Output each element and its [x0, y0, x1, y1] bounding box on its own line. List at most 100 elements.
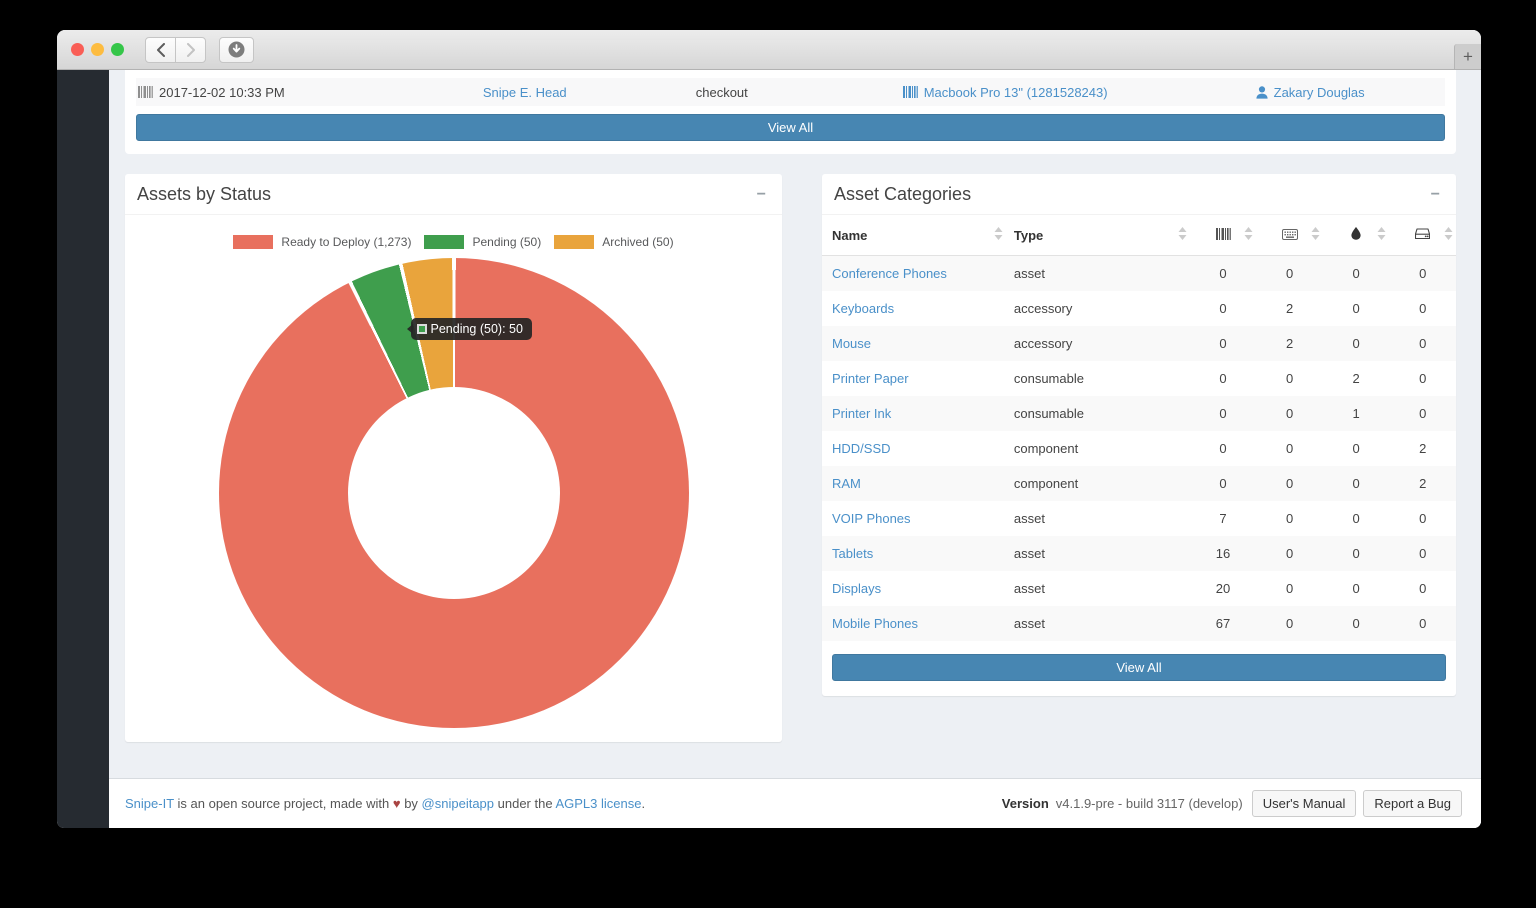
category-type: asset — [1006, 501, 1190, 536]
window-controls — [71, 43, 124, 56]
report-a-bug-button[interactable]: Report a Bug — [1363, 790, 1462, 817]
collapse-panel-button[interactable]: − — [753, 185, 770, 205]
activity-date: 2017-12-02 10:33 PM — [159, 85, 285, 100]
sort-header-name[interactable]: Name — [822, 215, 1006, 256]
sort-header-assets[interactable] — [1190, 215, 1257, 256]
category-count-consumables: 0 — [1323, 291, 1390, 326]
close-window-button[interactable] — [71, 43, 84, 56]
tooltip-text: Pending (50): 50 — [431, 322, 523, 336]
category-count-accessories: 0 — [1256, 431, 1323, 466]
sort-icon — [1311, 227, 1320, 243]
activity-admin-link[interactable]: Snipe E. Head — [483, 85, 567, 100]
table-row: Conference Phonesasset0000 — [822, 256, 1456, 292]
category-count-components: 0 — [1389, 291, 1456, 326]
minimize-window-button[interactable] — [91, 43, 104, 56]
category-name-link[interactable]: Tablets — [832, 546, 873, 561]
sort-header-type[interactable]: Type — [1006, 215, 1190, 256]
activity-table-row: 2017-12-02 10:33 PM Snipe E. Head checko… — [136, 78, 1445, 106]
table-row: VOIP Phonesasset7000 — [822, 501, 1456, 536]
sort-header-components[interactable] — [1389, 215, 1456, 256]
category-name-link[interactable]: HDD/SSD — [832, 441, 891, 456]
category-count-consumables: 1 — [1323, 396, 1390, 431]
tooltip-swatch — [417, 324, 427, 334]
category-count-components: 0 — [1389, 501, 1456, 536]
category-count-accessories: 0 — [1256, 466, 1323, 501]
sort-header-consumables[interactable] — [1323, 215, 1390, 256]
table-header-row: Name Type — [822, 215, 1456, 256]
assets-status-donut-chart[interactable]: Pending (50): 50 — [219, 258, 689, 728]
category-count-consumables: 0 — [1323, 466, 1390, 501]
category-type: component — [1006, 431, 1190, 466]
category-count-consumables: 0 — [1323, 536, 1390, 571]
chevron-left-icon — [156, 43, 166, 57]
category-count-components: 0 — [1389, 606, 1456, 641]
category-name-link[interactable]: VOIP Phones — [832, 511, 911, 526]
category-name-link[interactable]: Displays — [832, 581, 881, 596]
category-count-accessories: 0 — [1256, 361, 1323, 396]
category-name-link[interactable]: Conference Phones — [832, 266, 947, 281]
category-name-link[interactable]: Keyboards — [832, 301, 894, 316]
back-button[interactable] — [145, 37, 176, 63]
category-type: asset — [1006, 536, 1190, 571]
category-count-components: 0 — [1389, 571, 1456, 606]
asset-categories-table: Name Type — [822, 215, 1456, 641]
table-row: HDD/SSDcomponent0002 — [822, 431, 1456, 466]
zoom-window-button[interactable] — [111, 43, 124, 56]
category-type: accessory — [1006, 291, 1190, 326]
donut-hole — [348, 387, 560, 599]
category-type: consumable — [1006, 396, 1190, 431]
table-row: Tabletsasset16000 — [822, 536, 1456, 571]
category-count-assets: 0 — [1190, 396, 1257, 431]
activity-item-link[interactable]: Macbook Pro 13" (1281528243) — [924, 85, 1108, 100]
category-type: component — [1006, 466, 1190, 501]
category-count-accessories: 2 — [1256, 326, 1323, 361]
forward-button[interactable] — [175, 37, 206, 63]
snipeitapp-link[interactable]: @snipeitapp — [422, 796, 494, 811]
sort-icon — [994, 227, 1003, 243]
category-count-components: 0 — [1389, 361, 1456, 396]
categories-view-all-button[interactable]: View All — [832, 654, 1446, 681]
category-type: consumable — [1006, 361, 1190, 396]
sort-icon — [1244, 227, 1253, 243]
activity-action: checkout — [696, 85, 748, 100]
category-name-link[interactable]: Printer Paper — [832, 371, 909, 386]
category-name-link[interactable]: Mobile Phones — [832, 616, 918, 631]
category-count-consumables: 0 — [1323, 501, 1390, 536]
barcode-icon — [903, 86, 918, 98]
activity-view-all-button[interactable]: View All — [136, 114, 1445, 141]
collapse-panel-button[interactable]: − — [1427, 185, 1444, 205]
downloads-button[interactable] — [219, 37, 254, 63]
category-type: asset — [1006, 256, 1190, 292]
users-manual-button[interactable]: User's Manual — [1252, 790, 1357, 817]
category-count-accessories: 0 — [1256, 606, 1323, 641]
category-count-components: 0 — [1389, 326, 1456, 361]
new-tab-button[interactable]: + — [1454, 44, 1481, 69]
tint-icon — [1351, 227, 1361, 240]
legend-item[interactable]: Pending (50) — [424, 235, 541, 249]
sort-header-accessories[interactable] — [1256, 215, 1323, 256]
hdd-icon — [1415, 228, 1430, 240]
snipe-it-link[interactable]: Snipe-IT — [125, 796, 174, 811]
category-count-assets: 0 — [1190, 466, 1257, 501]
category-name-link[interactable]: RAM — [832, 476, 861, 491]
category-count-assets: 67 — [1190, 606, 1257, 641]
category-type: accessory — [1006, 326, 1190, 361]
chevron-right-icon — [186, 43, 196, 57]
category-count-assets: 0 — [1190, 361, 1257, 396]
category-count-consumables: 0 — [1323, 606, 1390, 641]
category-name-link[interactable]: Printer Ink — [832, 406, 891, 421]
category-count-consumables: 0 — [1323, 431, 1390, 466]
legend-item[interactable]: Ready to Deploy (1,273) — [233, 235, 411, 249]
sort-icon — [1377, 227, 1386, 243]
version-label: Version — [1002, 796, 1049, 811]
legend-item[interactable]: Archived (50) — [554, 235, 673, 249]
category-name-link[interactable]: Mouse — [832, 336, 871, 351]
agpl3-license-link[interactable]: AGPL3 license — [555, 796, 641, 811]
category-count-accessories: 0 — [1256, 571, 1323, 606]
category-count-consumables: 0 — [1323, 256, 1390, 292]
barcode-icon — [1216, 228, 1231, 240]
category-count-components: 0 — [1389, 256, 1456, 292]
category-count-accessories: 0 — [1256, 501, 1323, 536]
activity-target-link[interactable]: Zakary Douglas — [1274, 85, 1365, 100]
browser-chrome: + — [57, 30, 1481, 70]
